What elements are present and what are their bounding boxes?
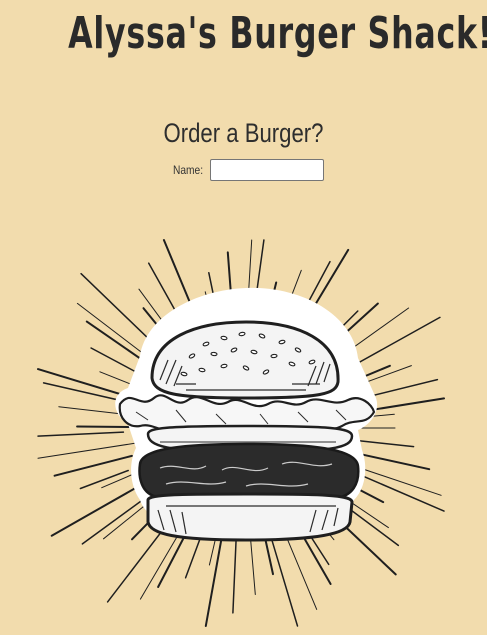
- sunburst-ray: [99, 371, 134, 386]
- sunburst-ray: [232, 534, 238, 614]
- sunburst-ray: [37, 442, 139, 459]
- burger-sketch-icon: [37, 239, 445, 627]
- sunburst-ray: [76, 425, 134, 428]
- sunburst-ray: [357, 439, 415, 448]
- name-label: Name:: [173, 163, 204, 177]
- page: Alyssa's Burger Shack! Order a Burger? N…: [0, 0, 487, 635]
- name-input[interactable]: [210, 159, 325, 181]
- order-heading: Order a Burger?: [163, 118, 324, 148]
- sunburst-ray: [37, 431, 125, 437]
- sunburst-ray: [58, 406, 121, 415]
- sunburst-ray: [269, 534, 299, 627]
- order-form: Name:: [173, 159, 325, 181]
- site-title: Alyssa's Burger Shack!: [68, 8, 487, 59]
- sunburst-ray: [85, 320, 145, 362]
